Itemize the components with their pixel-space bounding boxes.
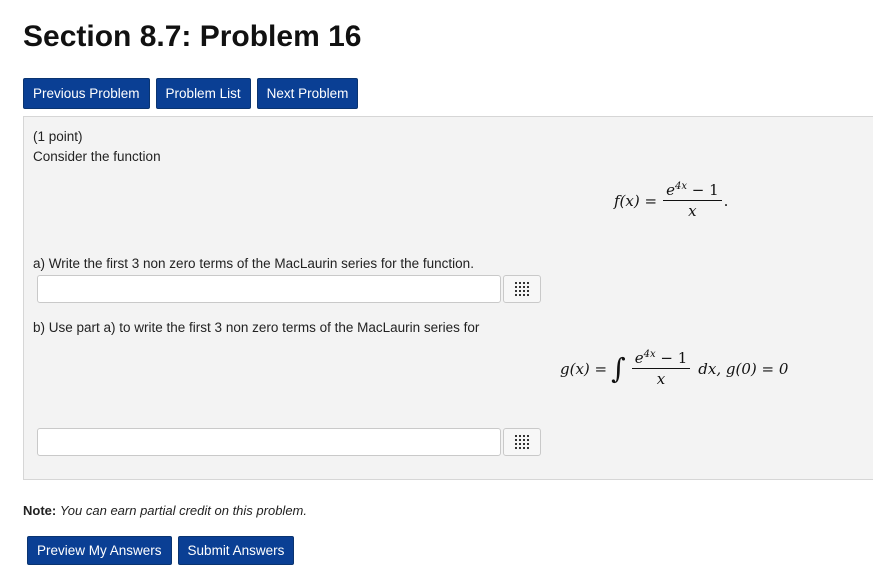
formula-g-numerator: e4x − 1 [631, 349, 691, 369]
submit-answers-button[interactable]: Submit Answers [177, 536, 295, 565]
note-text: You can earn partial credit on this prob… [59, 503, 307, 518]
formula-g-fraction: e4x − 1 x [631, 349, 691, 388]
formula-f-lhs: f(x) = [614, 191, 658, 210]
problem-intro: Consider the function [33, 149, 161, 164]
problem-navigation: Previous Problem Problem List Next Probl… [23, 78, 359, 109]
previous-problem-button[interactable]: Previous Problem [23, 78, 150, 109]
points-label: (1 point) [33, 129, 83, 144]
answer-b-row [37, 428, 541, 456]
part-a-prompt: a) Write the first 3 non zero terms of t… [33, 256, 474, 271]
integral-sign: ∫ [611, 351, 626, 385]
answer-actions: Preview My Answers Submit Answers [27, 536, 295, 565]
formula-f: f(x) = e4x − 1 x . [614, 181, 728, 220]
formula-f-period: . [723, 191, 729, 210]
formula-g-tail: dx, g(0) = 0 [698, 359, 789, 378]
answer-a-row [37, 275, 541, 303]
formula-f-fraction: e4x − 1 x [663, 181, 722, 220]
part-b-prompt: b) Use part a) to write the first 3 non … [33, 320, 480, 335]
answer-a-input[interactable] [37, 275, 501, 303]
formula-f-numerator: e4x − 1 [663, 181, 722, 201]
formula-g: g(x) = ∫ e4x − 1 x dx, g(0) = 0 [560, 349, 788, 388]
matrix-grid-icon[interactable] [503, 275, 541, 303]
preview-answers-button[interactable]: Preview My Answers [27, 536, 172, 565]
next-problem-button[interactable]: Next Problem [256, 78, 359, 109]
problem-list-button[interactable]: Problem List [155, 78, 251, 109]
answer-b-input[interactable] [37, 428, 501, 456]
note-label: Note: [23, 503, 57, 518]
formula-g-lhs: g(x) = [560, 359, 608, 378]
formula-f-denominator: x [688, 202, 697, 220]
formula-g-denominator: x [656, 370, 666, 388]
partial-credit-note: Note: You can earn partial credit on thi… [23, 503, 307, 518]
problem-panel: (1 point) Consider the function f(x) = e… [23, 116, 873, 480]
page-title: Section 8.7: Problem 16 [23, 20, 362, 53]
matrix-grid-icon[interactable] [503, 428, 541, 456]
